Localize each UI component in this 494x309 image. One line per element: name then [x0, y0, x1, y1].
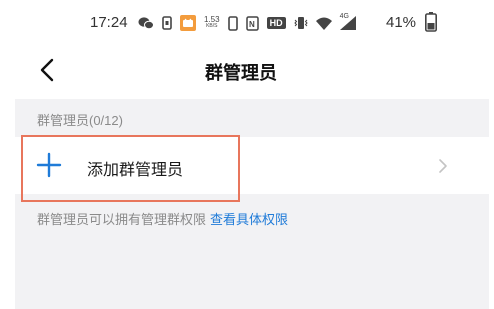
battery-icon	[425, 12, 437, 37]
wifi-icon	[315, 17, 332, 30]
plus-icon	[36, 152, 62, 178]
add-admin-row[interactable]: 添加群管理员	[15, 137, 489, 194]
section-header: 群管理员(0/12)	[37, 113, 123, 128]
status-time: 17:24	[90, 14, 128, 31]
network-speed: 1.53 KB/S	[204, 16, 220, 30]
svg-text:N: N	[249, 20, 255, 29]
status-icons: 1.53 KB/S N HD 4G	[138, 10, 356, 36]
signal-label: 4G	[339, 13, 349, 20]
vibrate-icon	[293, 16, 308, 30]
add-admin-label: 添加群管理员	[87, 162, 184, 179]
nav-bar: 群管理员	[0, 46, 494, 96]
hd-icon: HD	[266, 17, 286, 29]
cellular-signal-icon: 4G	[339, 13, 356, 30]
phone-icon	[227, 15, 238, 31]
status-bar: 17:24 1.53 KB/S N HD 4G 41%	[0, 0, 494, 46]
hd-label: HD	[269, 18, 283, 28]
wechat-icon	[138, 16, 154, 30]
page-title: 群管理员	[205, 63, 277, 83]
hint-text: 群管理员可以拥有管理群权限	[37, 212, 207, 227]
permission-hint: 群管理员可以拥有管理群权限 查看具体权限	[37, 209, 288, 228]
app-notification-icon	[180, 15, 196, 31]
nfc-icon: N	[245, 15, 259, 31]
content-background	[15, 99, 489, 309]
sim-card-icon	[162, 16, 172, 30]
network-speed-value: 1.53	[204, 15, 220, 24]
battery-percentage: 41%	[386, 14, 417, 31]
network-speed-unit: KB/S	[206, 23, 218, 29]
chevron-right-icon	[437, 157, 449, 175]
page-title-container: 群管理员	[0, 59, 494, 85]
right-edge	[489, 99, 494, 309]
view-permissions-link[interactable]: 查看具体权限	[210, 212, 288, 227]
